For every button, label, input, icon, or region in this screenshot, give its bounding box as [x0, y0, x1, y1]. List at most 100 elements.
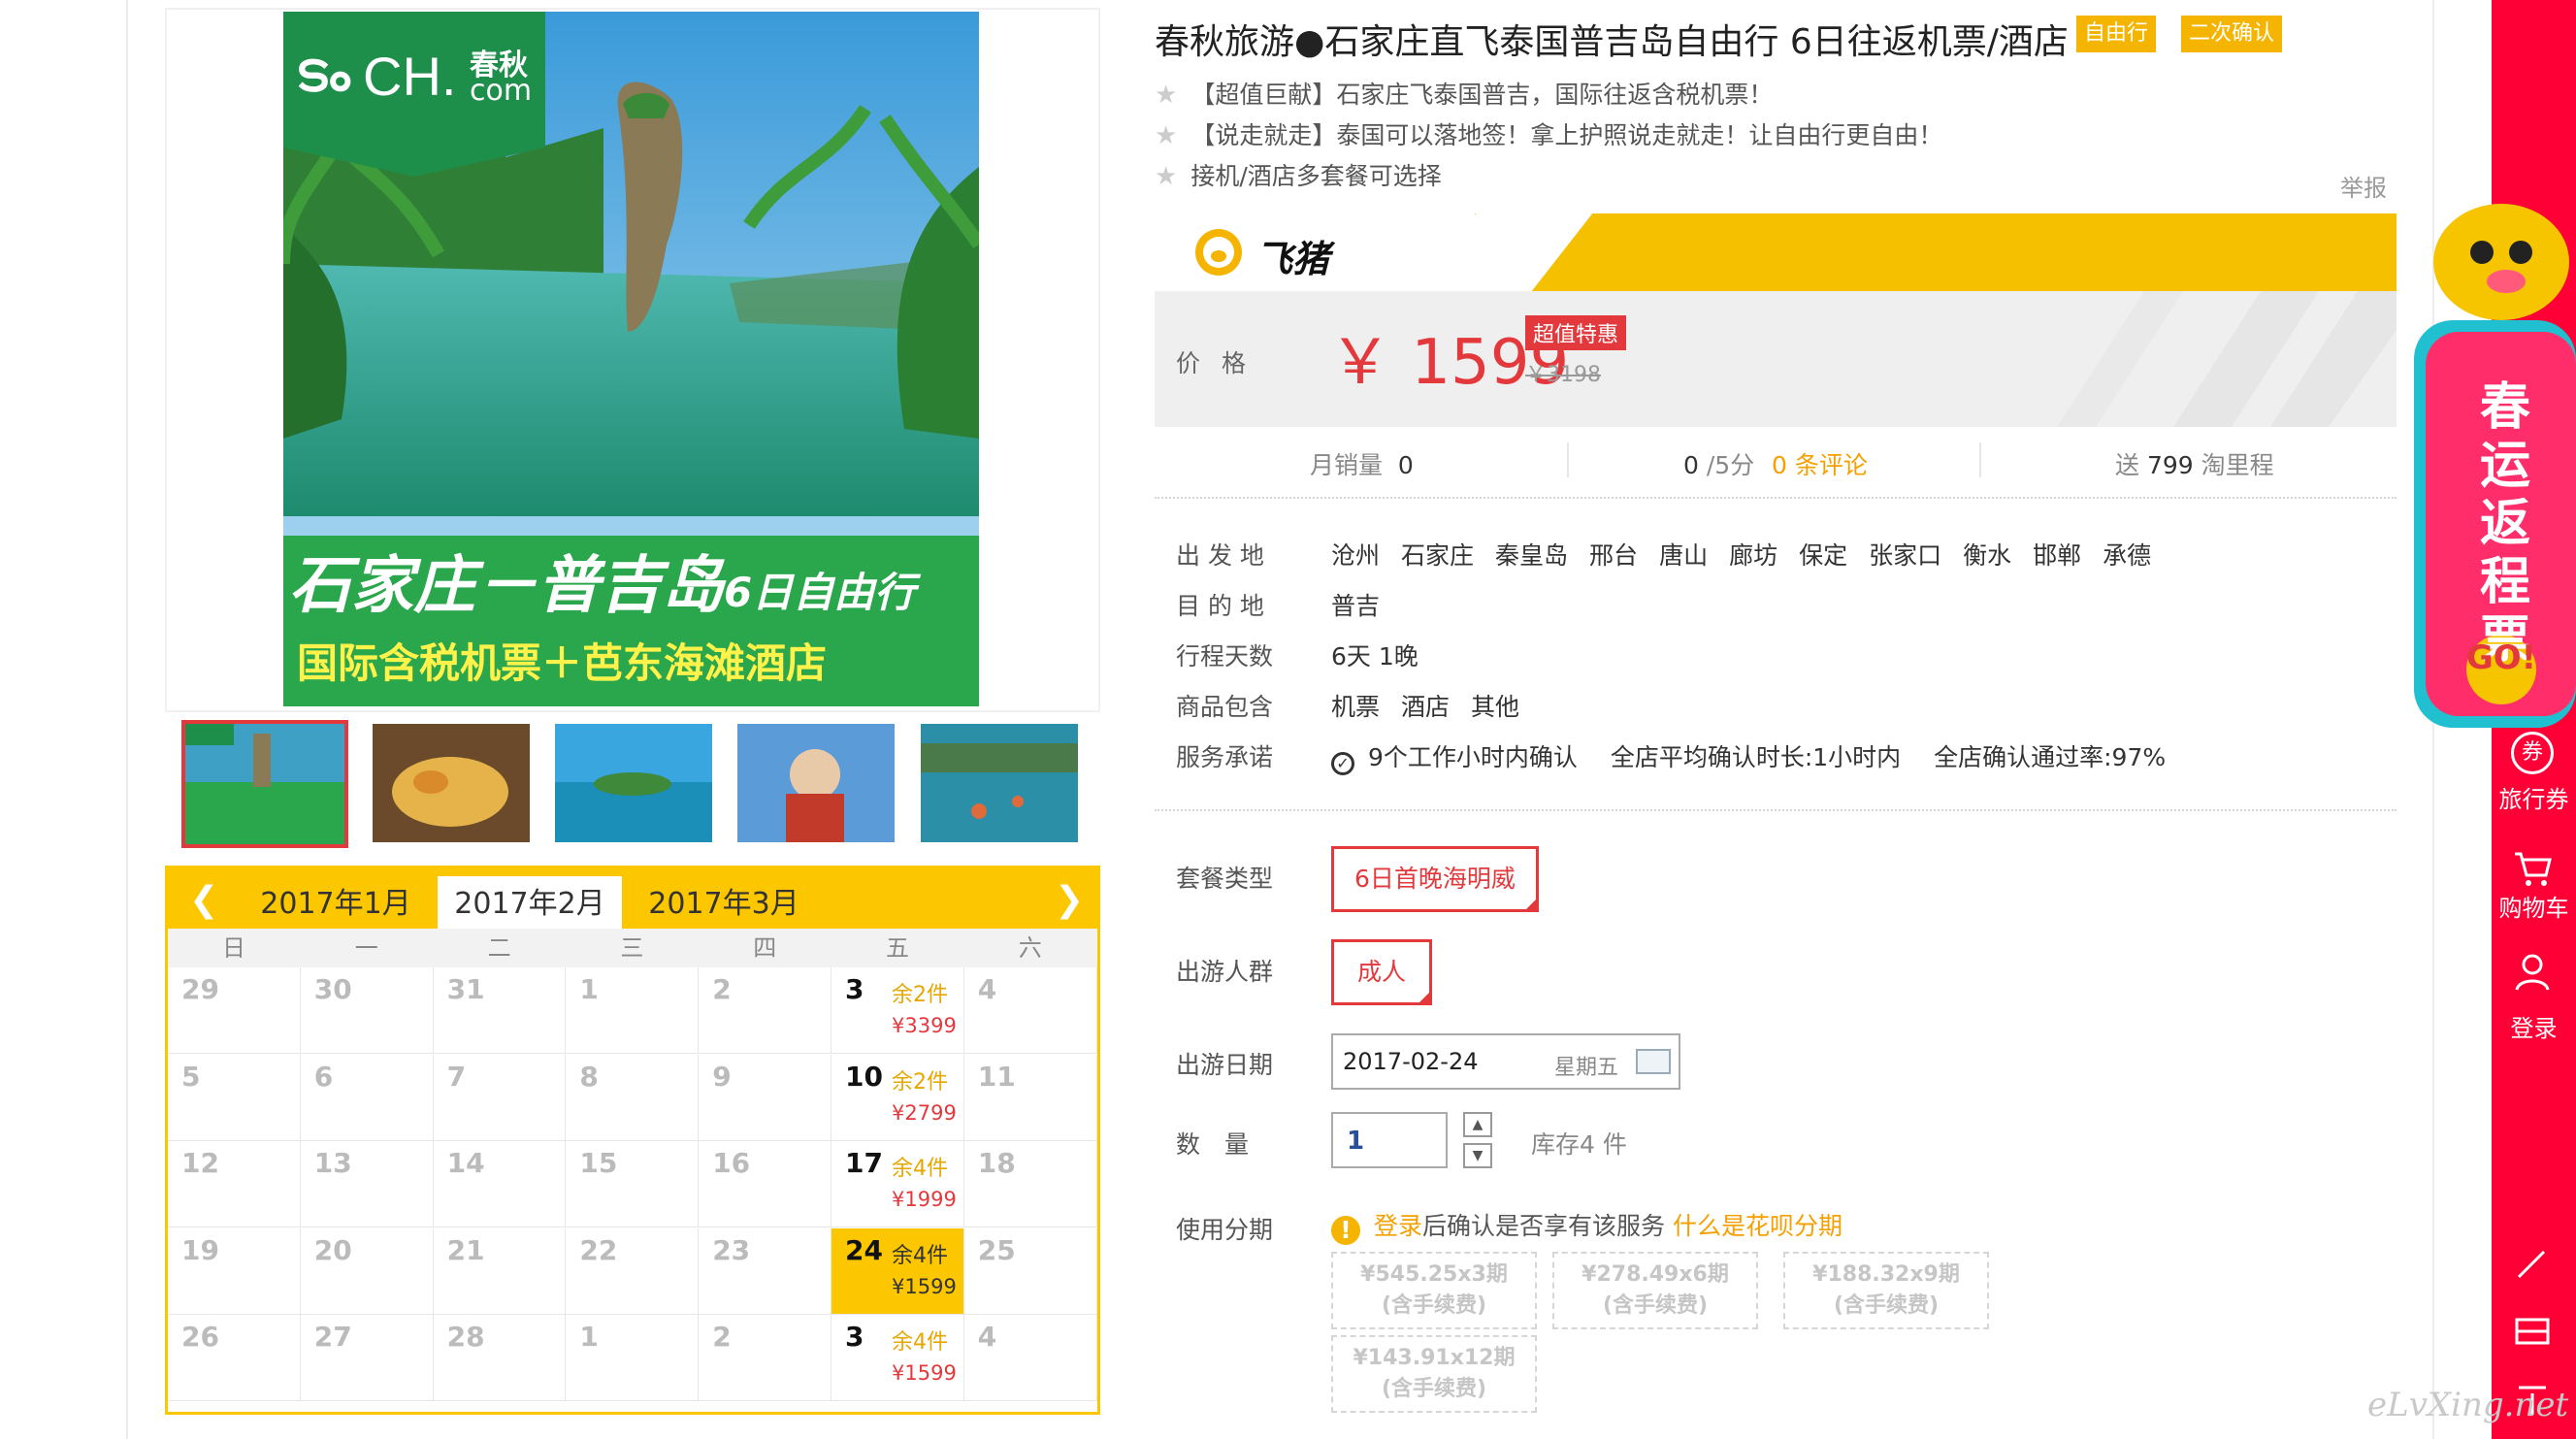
- calendar-day-stock: 余4件: [892, 1243, 948, 1268]
- user-icon[interactable]: [2511, 951, 2554, 994]
- main-product-image[interactable]: ടം CH. 春秋 com 石家庄－普吉岛6日自由行 国际含税机票＋芭东海滩酒店: [283, 12, 979, 706]
- calendar-day: 21: [433, 1227, 567, 1315]
- thumbnail-5[interactable]: [921, 724, 1078, 842]
- reviews-link[interactable]: 0 条评论: [1772, 446, 1868, 481]
- quantity-increase-button[interactable]: ▲: [1463, 1112, 1492, 1137]
- destination-value: 普吉: [1331, 592, 1381, 620]
- watermark: eLvXing.net: [2367, 1386, 2569, 1424]
- report-link[interactable]: 举报: [2340, 169, 2387, 203]
- installment-login-link[interactable]: 登录: [1374, 1212, 1422, 1240]
- calendar-day-number: 31: [446, 973, 485, 1005]
- installment-option[interactable]: ¥278.49x6期 (含手续费): [1552, 1252, 1758, 1329]
- calendar-next-icon[interactable]: ❯: [1055, 880, 1084, 920]
- calendar-day-price: ¥1599: [892, 1361, 957, 1385]
- crowd-option-selected[interactable]: 成人: [1331, 939, 1432, 1005]
- calendar-tab-month-3[interactable]: 2017年3月: [632, 876, 816, 929]
- feature-bullet-1: ★ 【超值巨献】石家庄飞泰国普吉，国际往返含税机票！: [1155, 81, 1774, 110]
- calendar-day: 13: [300, 1141, 434, 1227]
- calendar-tab-month-1[interactable]: 2017年1月: [244, 876, 428, 929]
- depart-city[interactable]: 邢台: [1589, 541, 1638, 570]
- calendar-day: 9: [699, 1054, 831, 1141]
- monthly-sales: 月销量 0: [1310, 451, 1414, 479]
- quantity-label: 数 量: [1176, 1130, 1250, 1159]
- calendar-day: 19: [168, 1227, 301, 1315]
- calendar-icon[interactable]: [1636, 1049, 1671, 1074]
- fliggy-logo-text: 飞猪: [1255, 238, 1330, 280]
- calendar-day-number: 2: [712, 973, 732, 1005]
- package-option-selected[interactable]: 6日首晚海明威: [1331, 846, 1539, 912]
- banner-subline: 国际含税机票＋芭东海滩酒店: [297, 639, 828, 687]
- huabei-info-link[interactable]: 什么是花呗分期: [1673, 1212, 1842, 1240]
- installment-option[interactable]: ¥143.91x12期 (含手续费): [1331, 1335, 1537, 1413]
- calendar-tab-month-2[interactable]: 2017年2月: [438, 876, 622, 929]
- calendar-day-number: 6: [313, 1060, 334, 1093]
- banner-headline: 石家庄－普吉岛6日自由行: [289, 550, 916, 622]
- calendar-prev-icon[interactable]: ❮: [189, 880, 218, 920]
- depart-city[interactable]: 沧州: [1331, 541, 1380, 570]
- calendar-day-price: ¥2799: [892, 1100, 957, 1125]
- selected-corner-icon: [1417, 990, 1432, 1005]
- calendar-day: 2: [699, 1315, 831, 1401]
- brand-logo: ടം CH. 春秋 com: [295, 37, 538, 114]
- thumbnail-3[interactable]: [555, 724, 712, 842]
- calendar-day-number: 26: [181, 1321, 219, 1353]
- calendar-day-number: 15: [579, 1147, 618, 1179]
- destination-label: 目 的 地: [1176, 592, 1264, 620]
- depart-city[interactable]: 唐山: [1659, 541, 1708, 570]
- thumbnail-5-image: [921, 724, 1078, 842]
- tag-free-travel: 自由行: [2076, 16, 2157, 52]
- depart-city[interactable]: 承德: [2103, 541, 2151, 570]
- feedback-icon[interactable]: [2511, 1310, 2554, 1353]
- spring-festival-promo[interactable]: 春运返程票 GO!: [2404, 184, 2576, 728]
- calendar-day: 15: [566, 1141, 700, 1227]
- cart-icon[interactable]: [2511, 846, 2554, 889]
- trip-days-label: 行程天数: [1176, 642, 1274, 670]
- travel-date-input[interactable]: 2017-02-24 星期五: [1331, 1033, 1680, 1090]
- thumbnail-2[interactable]: [373, 724, 530, 842]
- sidebar-login[interactable]: 登录: [2492, 1009, 2576, 1043]
- calendar-day-number: 10: [845, 1060, 883, 1093]
- depart-city[interactable]: 廊坊: [1729, 541, 1777, 570]
- calendar-day-available[interactable]: 3 余4件 ¥1599: [831, 1315, 964, 1401]
- calendar-day: 4: [963, 1315, 1097, 1401]
- depart-city[interactable]: 石家庄: [1401, 541, 1474, 570]
- calendar-day: 12: [168, 1141, 301, 1227]
- divider: [1155, 809, 2397, 811]
- thumbnail-1[interactable]: [181, 720, 348, 848]
- quantity-input[interactable]: 1: [1331, 1112, 1448, 1168]
- calendar-day-available[interactable]: 17 余4件 ¥1999: [831, 1141, 964, 1227]
- calendar-day-stock: 余4件: [892, 1157, 948, 1181]
- service-label: 服务承诺: [1176, 743, 1274, 771]
- edit-icon[interactable]: [2511, 1242, 2554, 1285]
- brand-logo-com: com: [470, 74, 533, 108]
- sidebar-coupon[interactable]: 旅行券: [2492, 780, 2576, 814]
- calendar-day: 30: [300, 967, 434, 1054]
- calendar-day-number: 24: [845, 1233, 883, 1266]
- coupon-icon[interactable]: 券: [2511, 732, 2554, 774]
- calendar-day: 8: [566, 1054, 700, 1141]
- thumbnail-4[interactable]: [737, 724, 895, 842]
- installment-option[interactable]: ¥188.32x9期 (含手续费): [1783, 1252, 1989, 1329]
- rating-score: 0 /5分: [1683, 451, 1755, 479]
- calendar-day-number: 2: [712, 1321, 732, 1353]
- calendar-day-stock: 余2件: [892, 983, 948, 1007]
- depart-city[interactable]: 衡水: [1963, 541, 2011, 570]
- quantity-decrease-button[interactable]: ▼: [1463, 1143, 1492, 1168]
- calendar-header: ❮ 2017年1月 2017年2月 2017年3月 ❯: [168, 868, 1097, 929]
- depart-city[interactable]: 张家口: [1869, 541, 1941, 570]
- installment-amount: ¥188.32x9期: [1812, 1262, 1960, 1287]
- date-value: 2017-02-24: [1343, 1048, 1479, 1075]
- depart-city-list: 沧州 石家庄 秦皇岛 邢台 唐山 廊坊 保定 张家口 衡水 邯郸 承德: [1331, 537, 2172, 572]
- installment-option[interactable]: ¥545.25x3期 (含手续费): [1331, 1252, 1537, 1329]
- depart-city[interactable]: 保定: [1799, 541, 1847, 570]
- depart-city[interactable]: 秦皇岛: [1495, 541, 1568, 570]
- calendar-day-number: 13: [313, 1147, 352, 1179]
- calendar-day: 20: [300, 1227, 434, 1315]
- installment-fee: (含手续费): [1833, 1293, 1940, 1318]
- feature-bullet-2: ★ 【说走就走】泰国可以落地签！拿上护照说走就走！让自由行更自由！: [1155, 121, 1943, 150]
- sidebar-cart[interactable]: 购物车: [2492, 889, 2576, 923]
- depart-city[interactable]: 邯郸: [2033, 541, 2081, 570]
- calendar-day-available[interactable]: 10 余2件 ¥2799: [831, 1054, 964, 1141]
- calendar-day-available[interactable]: 3 余2件 ¥3399: [831, 967, 964, 1054]
- calendar-day-available[interactable]: 24 余4件 ¥1599: [831, 1227, 964, 1315]
